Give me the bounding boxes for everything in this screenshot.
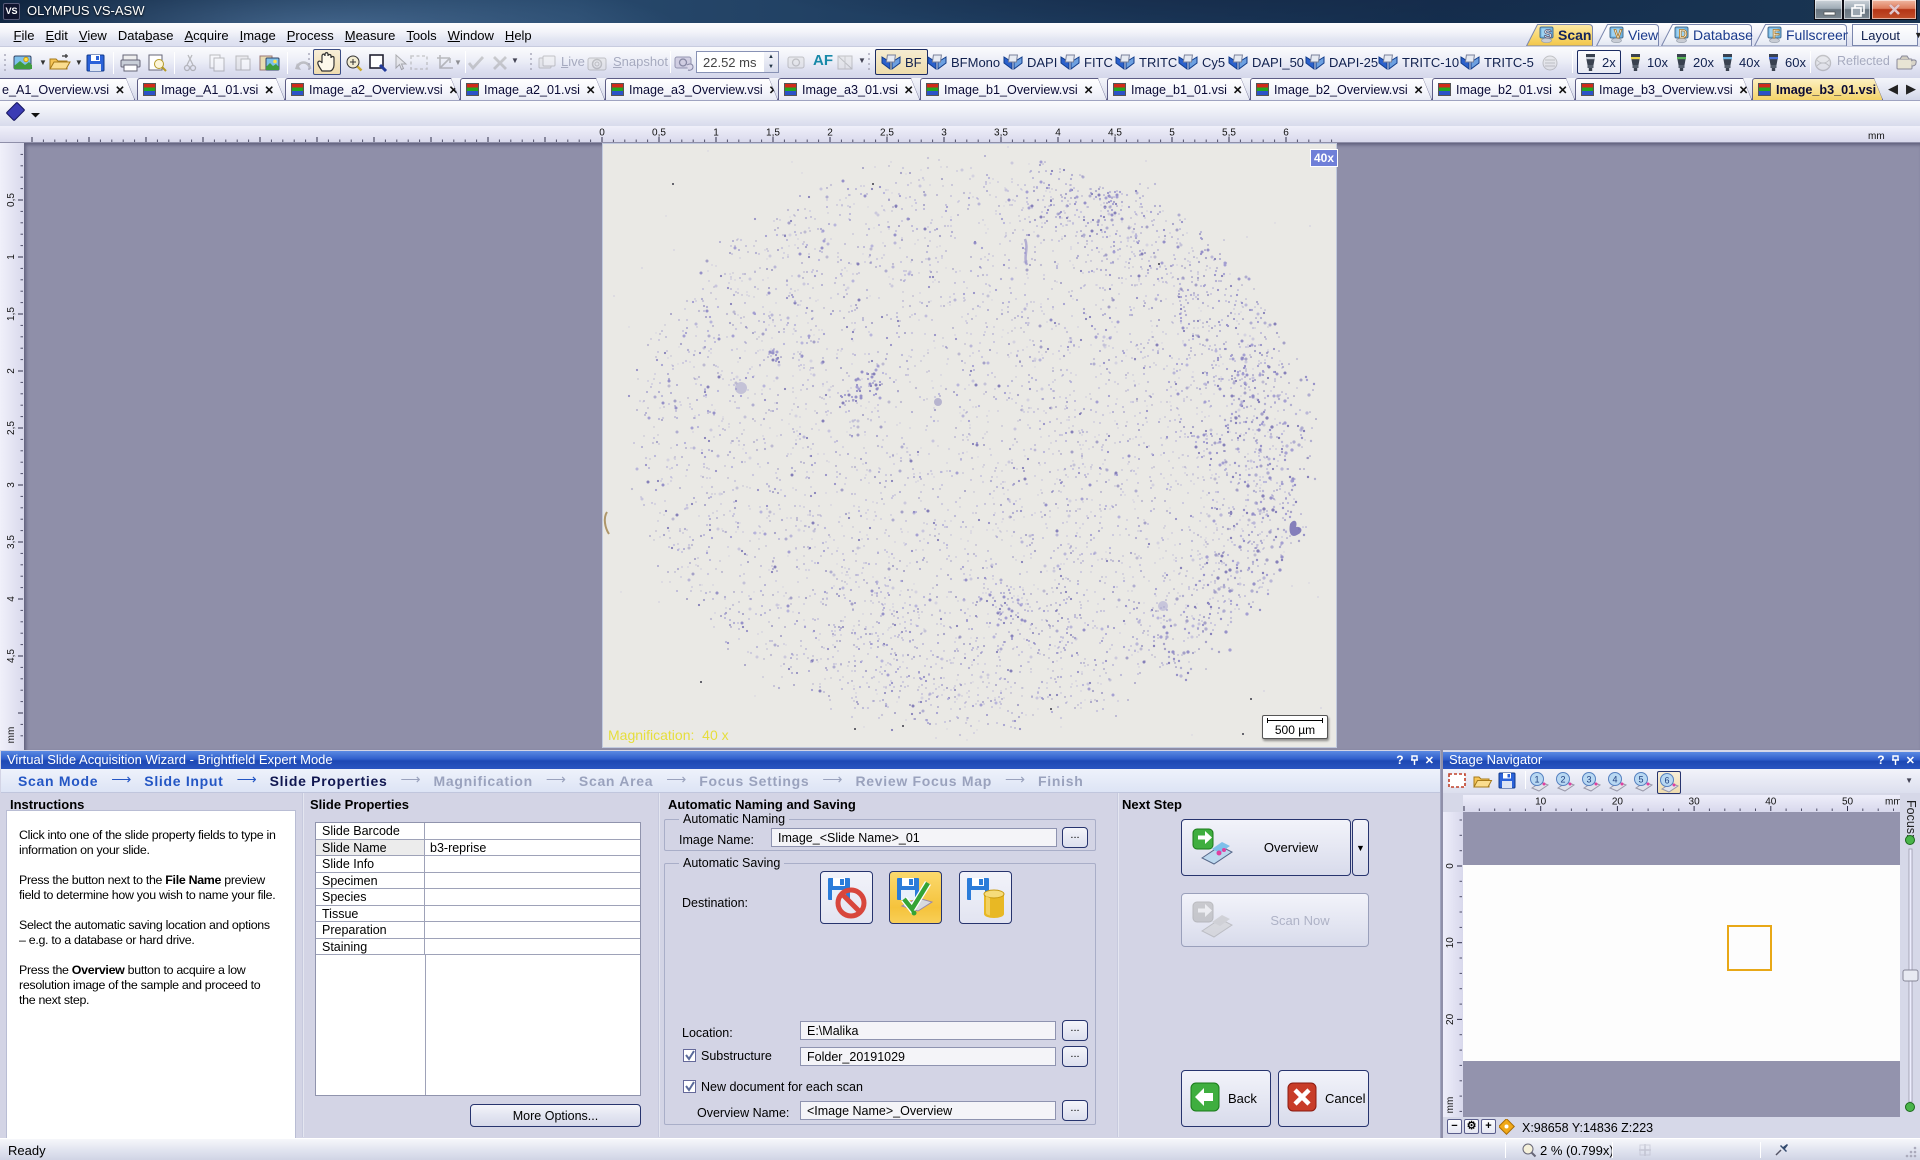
svg-text:V: V xyxy=(1614,27,1622,41)
svg-text:4: 4 xyxy=(6,596,17,602)
svg-text:4,5: 4,5 xyxy=(6,649,17,663)
svg-text:View: View xyxy=(1628,27,1659,43)
svg-text:1,5: 1,5 xyxy=(766,128,780,139)
svg-text:2,5: 2,5 xyxy=(6,421,17,435)
svg-text:0: 0 xyxy=(1445,863,1456,869)
svg-text:0: 0 xyxy=(599,128,605,139)
svg-text:10: 10 xyxy=(1445,937,1456,949)
svg-text:mm: mm xyxy=(1885,797,1900,808)
svg-text:S: S xyxy=(1544,27,1552,41)
svg-text:3: 3 xyxy=(941,128,947,139)
svg-text:D: D xyxy=(1679,27,1688,41)
svg-text:4,5: 4,5 xyxy=(1108,128,1122,139)
svg-text:mm: mm xyxy=(1445,1097,1456,1114)
svg-text:6: 6 xyxy=(1283,128,1289,139)
svg-text:2: 2 xyxy=(827,128,833,139)
svg-text:2: 2 xyxy=(1560,775,1565,785)
svg-text:mm: mm xyxy=(1868,131,1885,142)
svg-text:1: 1 xyxy=(6,254,17,260)
svg-text:30: 30 xyxy=(1689,797,1701,808)
svg-text:3,5: 3,5 xyxy=(6,535,17,549)
svg-text:50: 50 xyxy=(1842,797,1854,808)
svg-text:1,5: 1,5 xyxy=(6,307,17,321)
svg-text:mm: mm xyxy=(6,727,17,744)
svg-text:Scan: Scan xyxy=(1558,27,1591,43)
svg-text:40: 40 xyxy=(1765,797,1777,808)
svg-text:1: 1 xyxy=(713,128,719,139)
svg-text:6: 6 xyxy=(1664,776,1669,786)
svg-text:5: 5 xyxy=(1638,775,1643,785)
svg-text:5,5: 5,5 xyxy=(1222,128,1236,139)
svg-text:0,5: 0,5 xyxy=(652,128,666,139)
svg-text:2: 2 xyxy=(6,368,17,374)
svg-text:2,5: 2,5 xyxy=(880,128,894,139)
svg-text:5: 5 xyxy=(1169,128,1175,139)
svg-text:20: 20 xyxy=(1612,797,1624,808)
svg-text:4: 4 xyxy=(1612,775,1617,785)
svg-text:4: 4 xyxy=(1055,128,1061,139)
svg-text:10: 10 xyxy=(1535,797,1547,808)
svg-text:Fullscreen: Fullscreen xyxy=(1786,27,1848,43)
svg-text:20: 20 xyxy=(1445,1013,1456,1025)
svg-text:3: 3 xyxy=(1586,775,1591,785)
svg-text:1: 1 xyxy=(1534,775,1539,785)
svg-text:3: 3 xyxy=(6,482,17,488)
svg-text:Database: Database xyxy=(1693,27,1753,43)
svg-text:0,5: 0,5 xyxy=(6,193,17,207)
svg-text:3,5: 3,5 xyxy=(994,128,1008,139)
svg-text:F: F xyxy=(1772,27,1779,41)
